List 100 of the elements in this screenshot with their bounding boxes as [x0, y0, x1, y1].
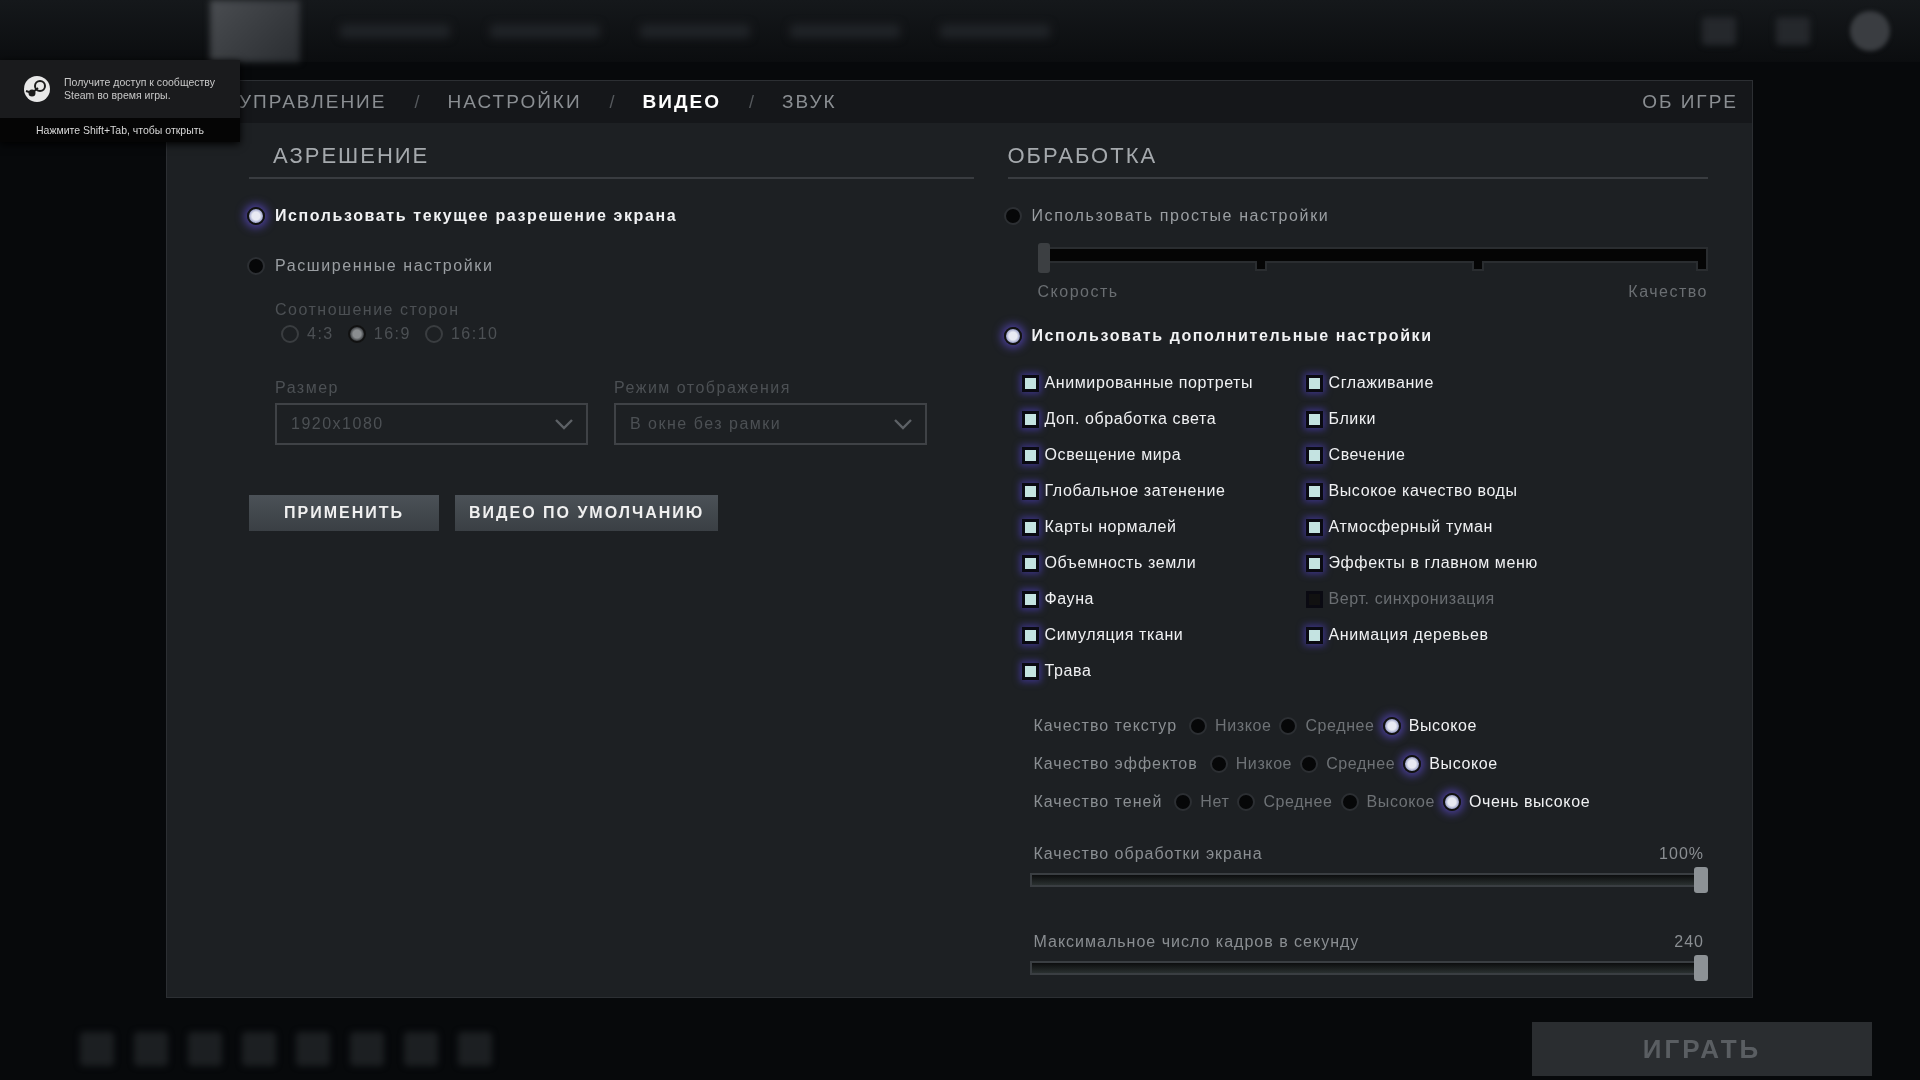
checkbox[interactable]: [1021, 446, 1039, 464]
checkbox[interactable]: [1021, 554, 1039, 572]
chevron-down-icon: [554, 418, 574, 430]
section-heading: АЗРЕШЕНИЕ: [273, 143, 431, 169]
checkbox-label: Атмосферный туман: [1328, 518, 1493, 536]
slider-thumb[interactable]: [1694, 955, 1708, 981]
checkbox[interactable]: [1021, 518, 1039, 536]
steam-icon: [22, 74, 52, 104]
tab[interactable]: УПРАВЛЕНИЕ: [239, 91, 387, 113]
radio-button[interactable]: [1382, 717, 1401, 735]
slider-tick: [1254, 261, 1267, 271]
checkbox-label: Доп. обработка света: [1044, 410, 1217, 428]
section-heading: ОБРАБОТКА: [1007, 143, 1159, 169]
checkbox[interactable]: [1021, 626, 1039, 644]
setting-label: Качество текстур: [1033, 717, 1178, 735]
radio-button[interactable]: [1003, 207, 1022, 225]
checkbox[interactable]: [1021, 590, 1039, 608]
radio-button[interactable]: [1403, 755, 1422, 773]
setting-label: Качество эффектов: [1033, 755, 1198, 773]
tab[interactable]: ВИДЕО: [642, 91, 721, 113]
checkbox-label: Фауна: [1044, 590, 1095, 608]
blurred-icon[interactable]: [1776, 17, 1810, 45]
radio-label: Использовать дополнительные настройки: [1031, 327, 1433, 345]
tab-separator: /: [609, 91, 615, 113]
slider-value: 240: [1674, 933, 1704, 951]
checkbox[interactable]: [1305, 374, 1323, 392]
checkbox[interactable]: [1305, 410, 1323, 428]
radio-label: Нет: [1200, 793, 1230, 811]
action-button[interactable]: ВИДЕО ПО УМОЛЧАНИЮ: [455, 495, 719, 531]
slider-min-label: Скорость: [1037, 283, 1119, 301]
tab-separator: /: [748, 91, 754, 113]
checkbox[interactable]: [1305, 518, 1323, 536]
radio-button[interactable]: [1300, 755, 1319, 773]
radio-label: Использовать текущее разрешение экрана: [275, 207, 678, 225]
radio-button[interactable]: [1340, 793, 1359, 811]
checkbox[interactable]: [1021, 662, 1039, 680]
blurred-icon[interactable]: [1702, 17, 1736, 45]
slider-value: 100%: [1659, 845, 1704, 863]
radio-label: Высокое: [1429, 755, 1498, 773]
slider-thumb[interactable]: [1694, 867, 1708, 893]
checkbox-label: Анимация деревьев: [1328, 626, 1489, 644]
radio-button[interactable]: [1237, 793, 1256, 811]
slider-label: Качество обработки экрана: [1033, 845, 1263, 863]
radio-label: Среднее: [1326, 755, 1396, 773]
radio-label: Среднее: [1263, 793, 1333, 811]
checkbox-label: Свечение: [1328, 446, 1406, 464]
radio-button[interactable]: [247, 257, 265, 275]
checkbox[interactable]: [1021, 410, 1039, 428]
checkbox[interactable]: [1021, 482, 1039, 500]
radio-button[interactable]: [1189, 717, 1208, 735]
radio-button[interactable]: [424, 325, 443, 343]
checkbox-label: Анимированные портреты: [1044, 374, 1254, 392]
radio-button[interactable]: [1443, 793, 1461, 811]
checkbox[interactable]: [1021, 374, 1039, 392]
tab-separator: /: [414, 91, 420, 113]
radio-button[interactable]: [347, 325, 366, 343]
checkbox[interactable]: [1305, 482, 1323, 500]
checkbox-label: Сглаживание: [1328, 374, 1434, 392]
quality-slider[interactable]: [1037, 243, 1708, 273]
slider-thumb[interactable]: [1037, 243, 1050, 273]
radio-button[interactable]: [1174, 793, 1193, 811]
radio-label: Низкое: [1215, 717, 1272, 735]
notification-text: Получите доступ к сообществу Steam во время игры.: [64, 76, 216, 102]
game-logo-icon[interactable]: [210, 0, 300, 62]
radio-button[interactable]: [1003, 327, 1022, 345]
checkbox-label: Карты нормалей: [1044, 518, 1177, 536]
slider[interactable]: [1029, 867, 1708, 893]
checkbox[interactable]: [1305, 554, 1323, 572]
radio-button[interactable]: [247, 207, 265, 225]
slider-label: Максимальное число кадров в секунду: [1033, 933, 1360, 951]
radio-label: Высокое: [1408, 717, 1478, 735]
slider-tick: [1696, 261, 1708, 271]
checkbox-label: Объемность земли: [1044, 554, 1197, 572]
checkbox[interactable]: [1305, 446, 1323, 464]
setting-label: Качество теней: [1033, 793, 1163, 811]
avatar-icon[interactable]: [1850, 11, 1890, 51]
checkbox[interactable]: [1305, 626, 1323, 644]
checkbox-label: Эффекты в главном меню: [1328, 554, 1538, 572]
about-tab[interactable]: ОБ ИГРЕ: [1642, 91, 1738, 113]
action-button[interactable]: ПРИМЕНИТЬ: [249, 495, 439, 531]
checkbox-label: Симуляция ткани: [1044, 626, 1184, 644]
tab[interactable]: ЗВУК: [781, 91, 837, 113]
slider-max-label: Качество: [1628, 283, 1708, 301]
tab[interactable]: НАСТРОЙКИ: [447, 91, 582, 113]
checkbox-label: Верт. синхронизация: [1328, 590, 1495, 608]
checkbox-label: Освещение мира: [1044, 446, 1182, 464]
checkbox-label: Блики: [1328, 410, 1377, 428]
radio-button[interactable]: [1279, 717, 1298, 735]
radio-label: Использовать простые настройки: [1031, 207, 1330, 225]
checkbox-label: Трава: [1044, 662, 1092, 680]
slider[interactable]: [1029, 955, 1708, 981]
radio-label: Низкое: [1235, 755, 1293, 773]
checkbox-label: Глобальное затенение: [1044, 482, 1226, 500]
slider-tick: [1472, 261, 1485, 271]
notification-hint: Нажмите Shift+Tab, чтобы открыть: [0, 118, 240, 142]
chevron-down-icon: [893, 418, 913, 430]
radio-button[interactable]: [281, 325, 299, 343]
radio-button[interactable]: [1209, 755, 1228, 773]
radio-label: Среднее: [1305, 717, 1375, 735]
radio-label: Расширенные настройки: [275, 257, 494, 275]
